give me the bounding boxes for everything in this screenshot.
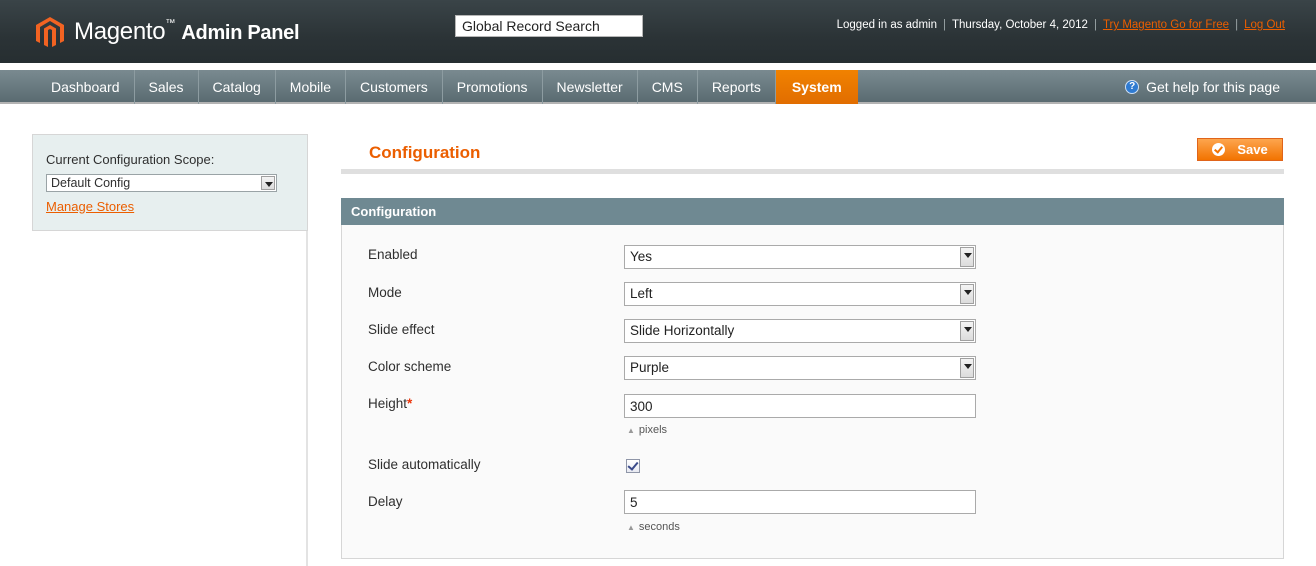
nav-cms[interactable]: CMS (638, 70, 698, 104)
nav-reports[interactable]: Reports (698, 70, 776, 104)
nav-system[interactable]: System (775, 70, 858, 104)
sidebar-divider (306, 231, 308, 566)
nav-newsletter[interactable]: Newsletter (543, 70, 638, 104)
required-marker: * (407, 396, 413, 411)
mode-select[interactable]: Left (624, 282, 976, 306)
chevron-down-icon (960, 284, 974, 304)
triangle-icon: ▲ (627, 523, 635, 532)
chevron-down-icon (261, 176, 275, 190)
check-icon (1212, 143, 1226, 156)
magento-logo-icon (36, 17, 64, 47)
nav-promotions[interactable]: Promotions (443, 70, 543, 104)
help-link-label: Get help for this page (1146, 79, 1280, 95)
config-scope-panel: Current Configuration Scope: Default Con… (32, 134, 308, 231)
scope-label: Current Configuration Scope: (46, 152, 215, 167)
slide-effect-select[interactable]: Slide Horizontally (624, 319, 976, 343)
color-scheme-label: Color scheme (368, 359, 452, 374)
scope-select[interactable]: Default Config (46, 174, 277, 192)
height-input[interactable] (624, 394, 976, 418)
title-divider (341, 169, 1284, 174)
help-icon: ? (1125, 80, 1140, 94)
slide-auto-label: Slide automatically (368, 457, 481, 472)
global-search-input[interactable] (455, 15, 643, 37)
delay-input[interactable] (624, 490, 976, 514)
chevron-down-icon (960, 358, 974, 378)
page-title: Configuration (369, 143, 481, 162)
manage-stores-link[interactable]: Manage Stores (46, 199, 134, 214)
chevron-down-icon (960, 321, 974, 341)
slide-auto-checkbox[interactable] (626, 459, 640, 473)
section-header[interactable]: Configuration (341, 198, 1284, 225)
logged-in-text: Logged in as admin (836, 19, 937, 31)
nav-catalog[interactable]: Catalog (199, 70, 276, 104)
header-user-bar: Logged in as admin | Thursday, October 4, … (836, 19, 1285, 31)
mode-label: Mode (368, 285, 402, 300)
logout-link[interactable]: Log Out (1244, 19, 1285, 31)
logo-text: Magento™ Admin Panel (74, 18, 300, 45)
color-scheme-select[interactable]: Purple (624, 356, 976, 380)
main-nav: Dashboard Sales Catalog Mobile Customers… (0, 70, 1316, 104)
nav-sales[interactable]: Sales (135, 70, 199, 104)
current-date: Thursday, October 4, 2012 (952, 19, 1088, 31)
magento-logo[interactable]: Magento™ Admin Panel (34, 16, 300, 48)
top-header: Magento™ Admin Panel Logged in as admin|… (0, 0, 1316, 63)
nav-customers[interactable]: Customers (346, 70, 443, 104)
delay-label: Delay (368, 494, 403, 509)
slide-effect-label: Slide effect (368, 322, 435, 337)
height-label: Height* (368, 396, 413, 411)
help-link[interactable]: ? Get help for this page (1125, 70, 1280, 104)
chevron-down-icon (960, 247, 974, 267)
try-magento-go-link[interactable]: Try Magento Go for Free (1103, 19, 1229, 31)
enabled-label: Enabled (368, 247, 418, 262)
triangle-icon: ▲ (627, 426, 635, 435)
save-button-label: Save (1237, 142, 1268, 157)
save-button[interactable]: Save (1197, 138, 1283, 161)
enabled-select[interactable]: Yes (624, 245, 976, 269)
nav-mobile[interactable]: Mobile (276, 70, 347, 104)
nav-dashboard[interactable]: Dashboard (37, 70, 135, 104)
height-note: ▲ pixels (627, 424, 668, 436)
delay-note: ▲ seconds (627, 521, 680, 533)
